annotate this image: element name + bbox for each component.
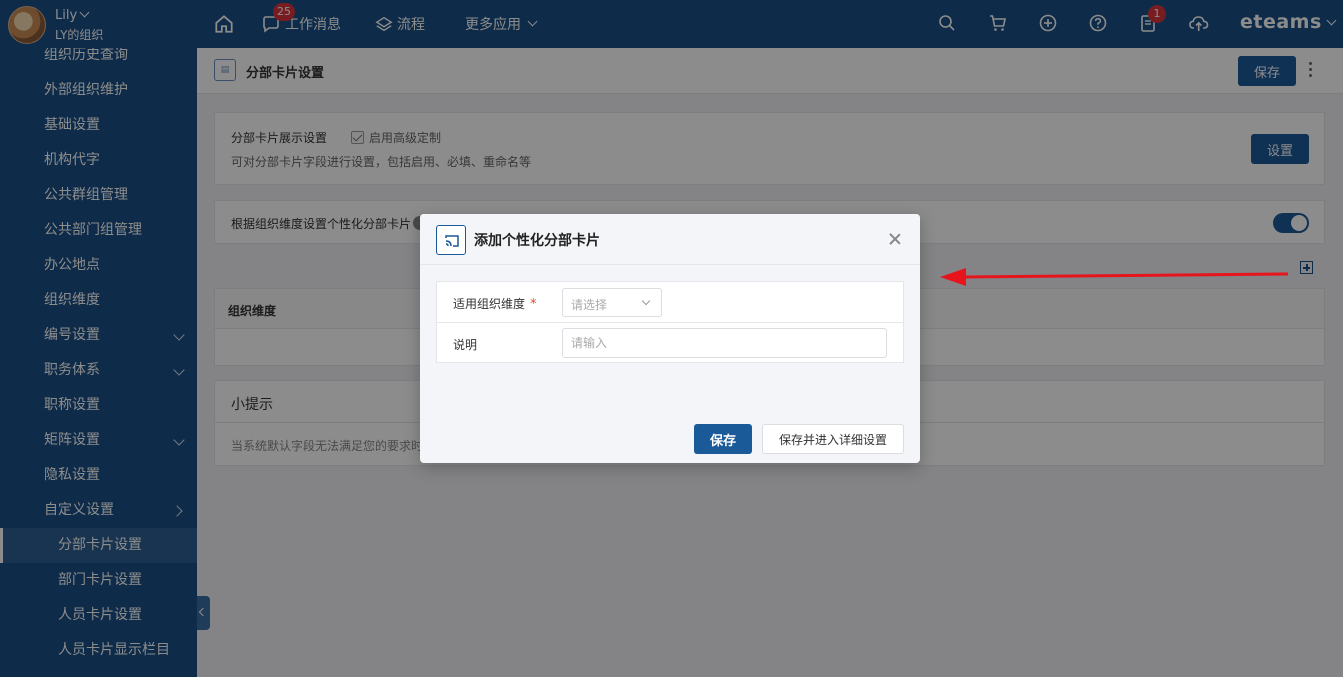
save-and-detail-button[interactable]: 保存并进入详细设置 <box>762 424 904 454</box>
dimension-label: 适用组织维度 * <box>453 297 537 312</box>
form-row-dimension: 适用组织维度 * 请选择 <box>437 282 903 323</box>
dimension-select[interactable]: 请选择 <box>562 288 662 317</box>
add-card-modal: 添加个性化分部卡片 适用组织维度* 请选择 说明 保存 保存并进入详细设置 <box>420 214 920 463</box>
note-input[interactable] <box>562 328 887 358</box>
red-arrow-annotation <box>940 268 1289 286</box>
cast-icon <box>436 225 466 255</box>
close-icon[interactable] <box>888 232 902 246</box>
form-row-note: 说明 <box>437 323 903 364</box>
note-label: 说明 <box>453 338 478 352</box>
modal-save-button[interactable]: 保存 <box>694 424 752 454</box>
modal-title: 添加个性化分部卡片 <box>474 233 600 249</box>
chevron-down-icon <box>641 296 651 306</box>
modal-header: 添加个性化分部卡片 <box>420 214 920 265</box>
required-mark: * <box>530 297 537 312</box>
modal-form: 适用组织维度 * 请选择 说明 <box>436 281 904 363</box>
